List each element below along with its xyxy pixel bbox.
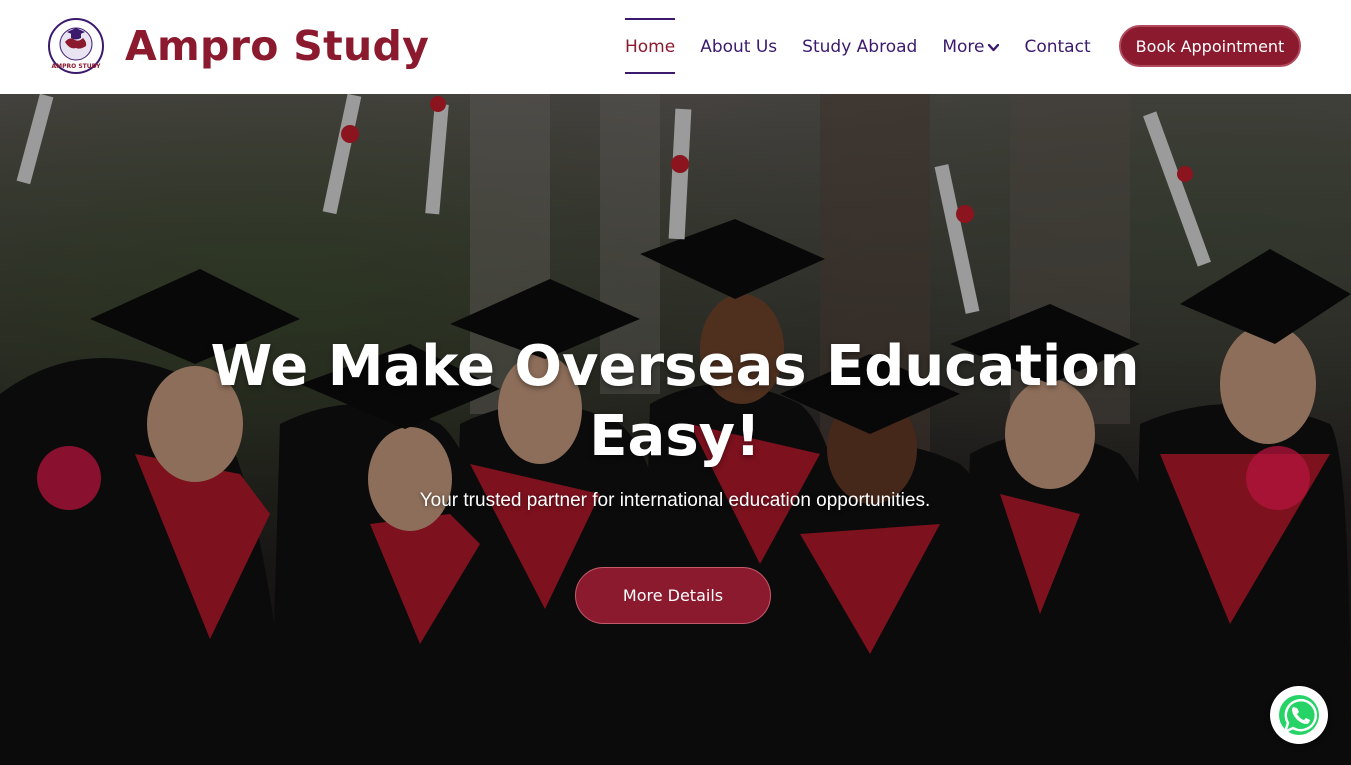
hero-title: We Make Overseas Education Easy!: [175, 332, 1175, 472]
logo-text: AMPRO STUDY: [52, 63, 102, 70]
chevron-down-icon: [988, 41, 1000, 55]
more-details-button[interactable]: More Details: [575, 567, 771, 624]
nav-more-label: More: [942, 37, 985, 57]
nav-home[interactable]: Home: [625, 0, 676, 94]
nav-about-us[interactable]: About Us: [700, 0, 777, 94]
hero-title-line-2: Easy!: [589, 404, 761, 469]
main-nav: Home About Us Study Abroad More Contact: [625, 0, 1116, 94]
slider-prev-button[interactable]: [37, 446, 101, 510]
logo-icon[interactable]: AMPRO STUDY: [45, 16, 107, 76]
nav-study-abroad[interactable]: Study Abroad: [802, 0, 917, 94]
whatsapp-icon[interactable]: [1270, 686, 1328, 744]
brand-name[interactable]: Ampro Study: [125, 22, 429, 70]
slider-next-button[interactable]: [1246, 446, 1310, 510]
book-appointment-button[interactable]: Book Appointment: [1119, 25, 1301, 67]
hero-banner: We Make Overseas Education Easy! Your tr…: [0, 94, 1351, 765]
hero-title-line-1: We Make Overseas Education: [210, 334, 1140, 399]
nav-contact[interactable]: Contact: [1024, 0, 1090, 94]
nav-more[interactable]: More: [942, 0, 1000, 94]
hero-subtitle: Your trusted partner for international e…: [419, 490, 931, 511]
site-header: AMPRO STUDY Ampro Study Home About Us St…: [0, 0, 1351, 94]
